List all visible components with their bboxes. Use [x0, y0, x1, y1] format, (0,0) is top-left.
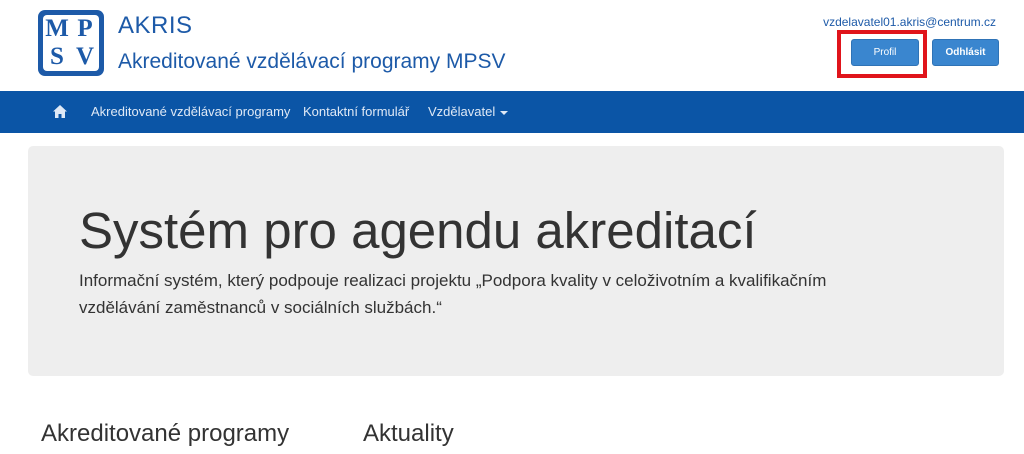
user-email: vzdelavatel01.akris@centrum.cz: [823, 15, 996, 29]
nav-item-provider-dropdown[interactable]: Vzdělavatel: [428, 91, 509, 133]
logo-letters: M P S V: [43, 15, 99, 71]
mpsv-logo[interactable]: M P S V: [38, 10, 104, 76]
highlight-annotation: [837, 30, 927, 78]
nav-item-contact-form[interactable]: Kontaktní formulář: [303, 91, 409, 133]
section-title-news: Aktuality: [363, 420, 454, 447]
logo-letter: M: [45, 15, 69, 42]
logo-letter: P: [77, 15, 93, 42]
caret-down-icon: [500, 110, 509, 115]
logout-button[interactable]: Odhlásit: [932, 39, 999, 66]
nav-item-programs[interactable]: Akreditované vzdělávací programy: [91, 91, 290, 133]
nav-item-label: Vzdělavatel: [428, 104, 496, 119]
home-icon[interactable]: [53, 105, 67, 118]
hero-jumbotron: Systém pro agendu akreditací Informační …: [28, 146, 1004, 376]
main-navbar: Akreditované vzdělávací programy Kontakt…: [0, 91, 1024, 133]
hero-title: Systém pro agendu akreditací: [79, 202, 757, 259]
logo-letter: V: [75, 43, 95, 70]
section-title-programs: Akreditované programy: [41, 420, 290, 447]
logo-letter: S: [50, 43, 64, 70]
hero-description: Informační systém, který podpouje realiz…: [79, 271, 827, 317]
app-title[interactable]: AKRIS: [118, 12, 193, 40]
site-header: M P S V AKRIS Akreditované vzdělávací pr…: [0, 0, 1024, 91]
app-subtitle[interactable]: Akreditované vzdělávací programy MPSV: [118, 50, 506, 74]
